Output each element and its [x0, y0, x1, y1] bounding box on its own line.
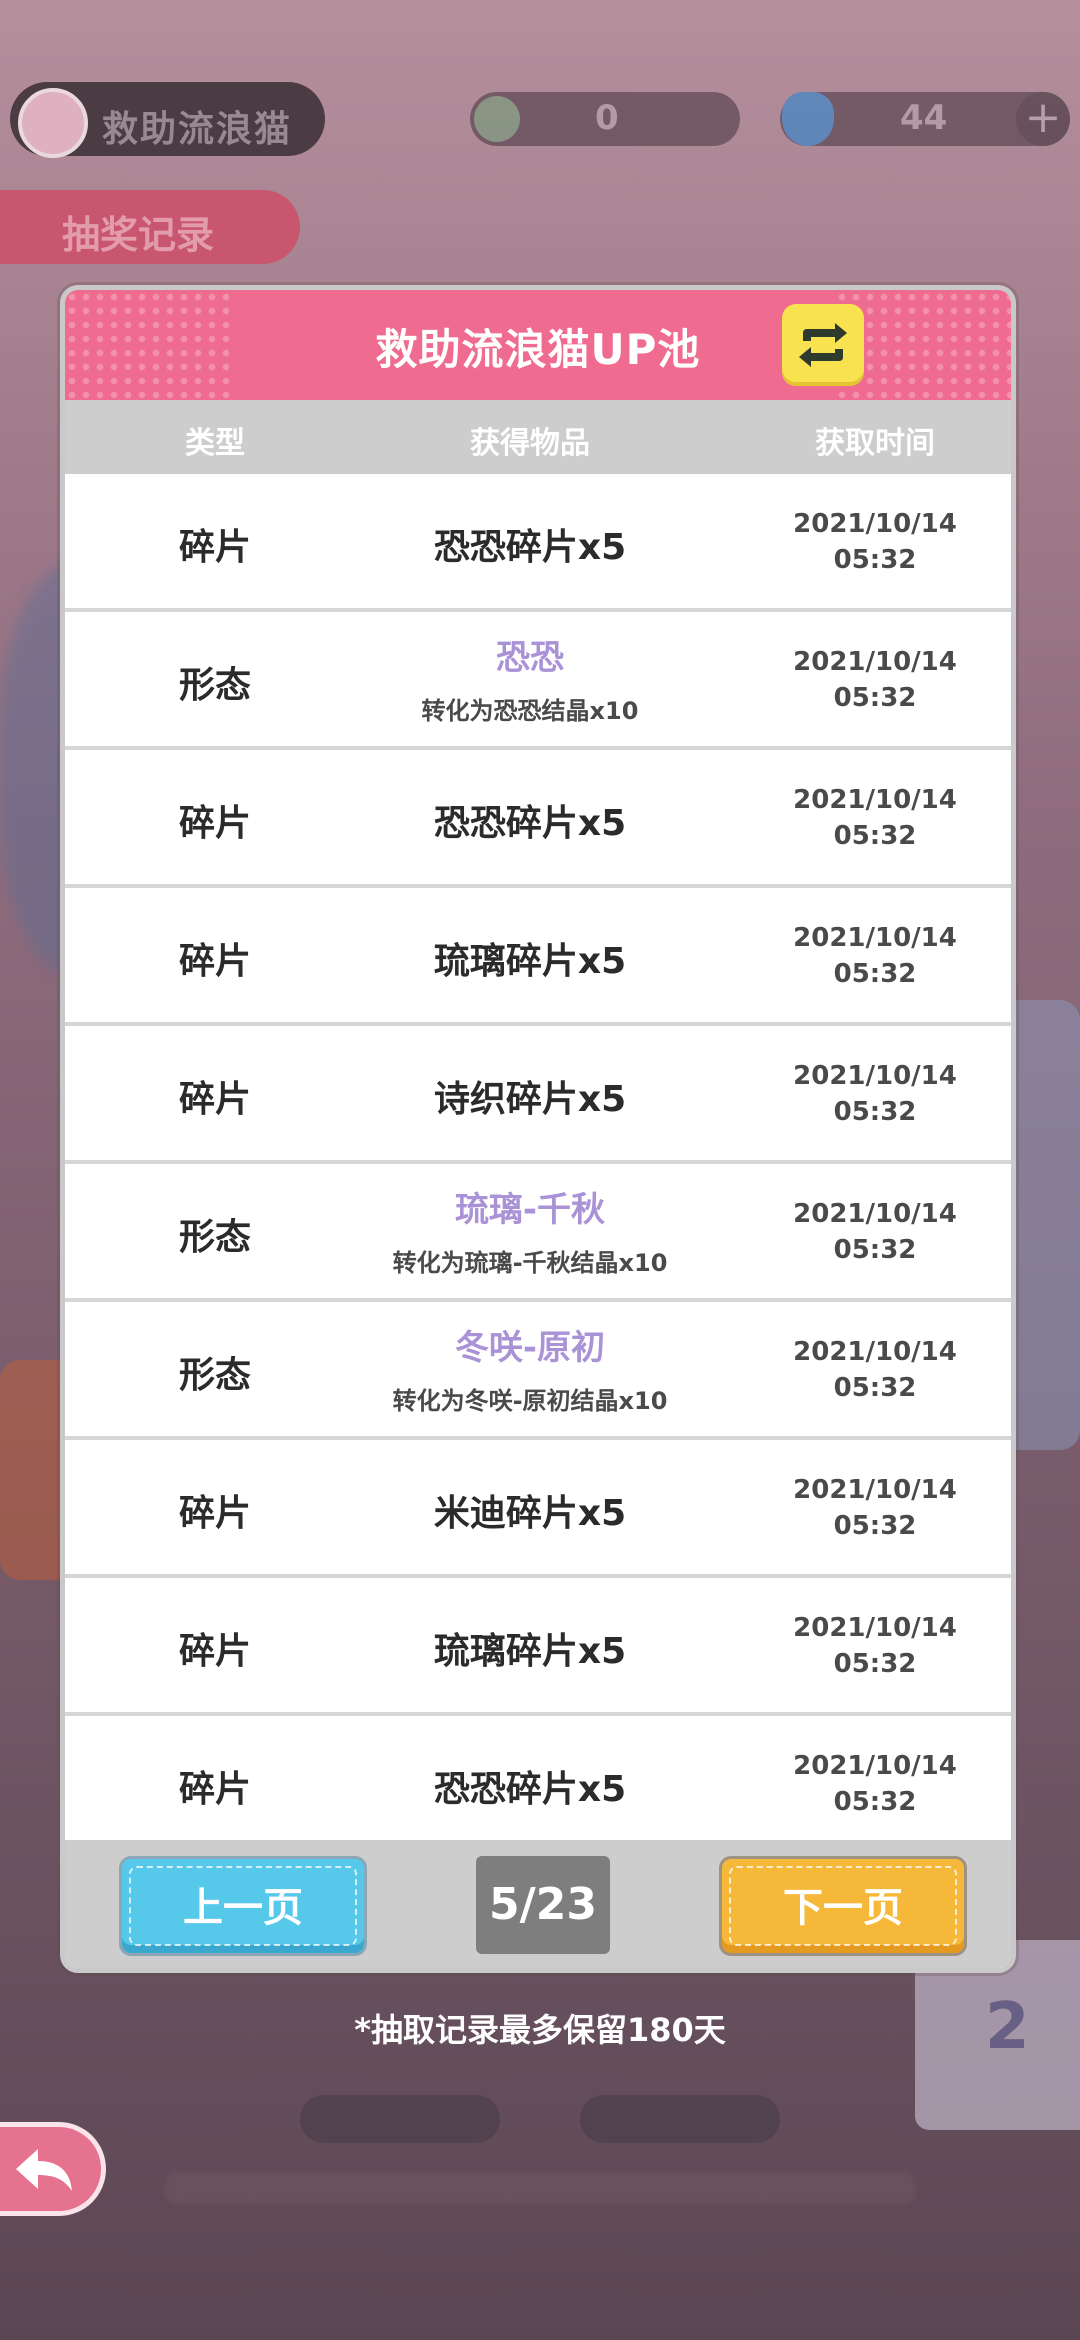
row-time: 2021/10/14 05:32: [755, 1472, 995, 1544]
event-title: 救助流浪猫: [102, 109, 293, 150]
row-clock: 05:32: [833, 1649, 917, 1679]
row-item: 琉璃碎片x5: [433, 941, 627, 982]
gem-icon: [782, 92, 834, 146]
modal-title: 救助流浪猫UP池: [375, 325, 701, 374]
avatar: [18, 88, 88, 158]
row-date: 2021/10/14: [793, 1475, 957, 1505]
row-type: 碎片: [178, 803, 251, 844]
row-item: 诗织碎片x5: [433, 1079, 627, 1120]
row-clock: 05:32: [833, 821, 917, 851]
prev-page-button[interactable]: 上一页: [119, 1856, 367, 1956]
row-time: 2021/10/14 05:32: [755, 644, 995, 716]
row-date: 2021/10/14: [793, 1751, 957, 1781]
event-title-pill: 救助流浪猫: [10, 82, 325, 158]
row-time: 2021/10/14 05:32: [755, 1334, 995, 1406]
row-clock: 05:32: [833, 683, 917, 713]
currency-ticket-value: 0: [595, 98, 619, 138]
column-item: 获得物品: [470, 426, 590, 461]
table-row: 碎片 恐恐碎片x5 2021/10/14 05:32: [65, 1716, 1011, 1854]
row-clock: 05:32: [833, 1097, 917, 1127]
row-type: 碎片: [178, 1493, 251, 1534]
row-time: 2021/10/14 05:32: [755, 1610, 995, 1682]
row-item: 恐恐碎片x5: [433, 803, 627, 844]
modal-header: 救助流浪猫UP池: [65, 290, 1011, 400]
row-date: 2021/10/14: [793, 647, 957, 677]
ticket-icon: [474, 96, 520, 142]
switch-pool-button[interactable]: [782, 304, 864, 386]
row-type: 形态: [178, 665, 251, 706]
row-clock: 05:32: [833, 1373, 917, 1403]
back-button[interactable]: [0, 2122, 106, 2216]
currency-gem-value: 44: [900, 98, 948, 138]
row-date: 2021/10/14: [793, 923, 957, 953]
row-item: 琉璃碎片x5: [433, 1631, 627, 1672]
row-time: 2021/10/14 05:32: [755, 1196, 995, 1268]
row-date: 2021/10/14: [793, 1337, 957, 1367]
row-item: 米迪碎片x5: [433, 1493, 627, 1534]
table-row: 碎片 琉璃碎片x5 2021/10/14 05:32: [65, 888, 1011, 1026]
row-type: 形态: [178, 1355, 251, 1396]
record-tab-label: 抽奖记录: [62, 213, 215, 257]
column-type: 类型: [185, 426, 245, 461]
table-row: 形态 恐恐转化为恐恐结晶x10 2021/10/14 05:32: [65, 612, 1011, 750]
row-item: 恐恐碎片x5: [433, 527, 627, 568]
table-row: 形态 冬咲-原初转化为冬咲-原初结晶x10 2021/10/14 05:32: [65, 1302, 1011, 1440]
row-clock: 05:32: [833, 959, 917, 989]
row-date: 2021/10/14: [793, 1061, 957, 1091]
row-time: 2021/10/14 05:32: [755, 782, 995, 854]
retention-note: *抽取记录最多保留180天: [354, 2011, 726, 2049]
row-clock: 05:32: [833, 1235, 917, 1265]
row-item-conversion: 转化为琉璃-千秋结晶x10: [392, 1249, 668, 1277]
column-time: 获取时间: [815, 426, 935, 461]
row-type: 形态: [178, 1217, 251, 1258]
cost-pill: [580, 2095, 780, 2143]
record-tab: 抽奖记录: [0, 190, 300, 264]
table-row: 碎片 恐恐碎片x5 2021/10/14 05:32: [65, 750, 1011, 888]
row-item: 恐恐转化为恐恐结晶x10: [315, 638, 745, 726]
row-item: 冬咲-原初转化为冬咲-原初结晶x10: [315, 1328, 745, 1416]
row-type: 碎片: [178, 1769, 251, 1810]
row-item-name: 恐恐: [496, 638, 564, 678]
table-row: 碎片 恐恐碎片x5 2021/10/14 05:32: [65, 474, 1011, 612]
row-item-conversion: 转化为冬咲-原初结晶x10: [392, 1387, 668, 1415]
row-clock: 05:32: [833, 1511, 917, 1541]
row-item: 琉璃-千秋转化为琉璃-千秋结晶x10: [315, 1190, 745, 1278]
row-date: 2021/10/14: [793, 1613, 957, 1643]
row-type: 碎片: [178, 1631, 251, 1672]
table-row: 碎片 诗织碎片x5 2021/10/14 05:32: [65, 1026, 1011, 1164]
row-time: 2021/10/14 05:32: [755, 920, 995, 992]
row-date: 2021/10/14: [793, 509, 957, 539]
add-gem-icon: +: [1016, 92, 1070, 146]
cost-pill: [300, 2095, 500, 2143]
row-clock: 05:32: [833, 545, 917, 575]
background-notice: [165, 2172, 915, 2204]
row-item-name: 冬咲-原初: [454, 1328, 606, 1368]
currency-gem: 44 +: [780, 92, 1070, 146]
row-type: 碎片: [178, 1079, 251, 1120]
row-item-name: 琉璃-千秋: [454, 1190, 606, 1230]
row-date: 2021/10/14: [793, 1199, 957, 1229]
prev-page-label: 上一页: [129, 1866, 357, 1946]
pagination-bar: 上一页 5/23 下一页: [65, 1840, 1011, 1968]
draw-record-modal: 救助流浪猫UP池 类型 获得物品 获取时间 碎片 恐恐碎片x5 2021/10/…: [60, 285, 1016, 1973]
table-row: 碎片 米迪碎片x5 2021/10/14 05:32: [65, 1440, 1011, 1578]
row-type: 碎片: [178, 527, 251, 568]
row-type: 碎片: [178, 941, 251, 982]
next-page-button[interactable]: 下一页: [719, 1856, 967, 1956]
row-time: 2021/10/14 05:32: [755, 1748, 995, 1820]
next-page-label: 下一页: [729, 1866, 957, 1946]
table-header: 类型 获得物品 获取时间: [65, 400, 1011, 474]
row-clock: 05:32: [833, 1787, 917, 1817]
row-date: 2021/10/14: [793, 785, 957, 815]
table-row: 碎片 琉璃碎片x5 2021/10/14 05:32: [65, 1578, 1011, 1716]
row-time: 2021/10/14 05:32: [755, 506, 995, 578]
back-arrow-icon: [16, 2149, 72, 2191]
row-time: 2021/10/14 05:32: [755, 1058, 995, 1130]
swap-arrows-icon: [799, 323, 847, 367]
table-row: 形态 琉璃-千秋转化为琉璃-千秋结晶x10 2021/10/14 05:32: [65, 1164, 1011, 1302]
row-item: 恐恐碎片x5: [433, 1769, 627, 1810]
row-item-conversion: 转化为恐恐结晶x10: [421, 697, 639, 725]
currency-ticket: 0: [470, 92, 740, 146]
page-indicator: 5/23: [476, 1856, 610, 1954]
